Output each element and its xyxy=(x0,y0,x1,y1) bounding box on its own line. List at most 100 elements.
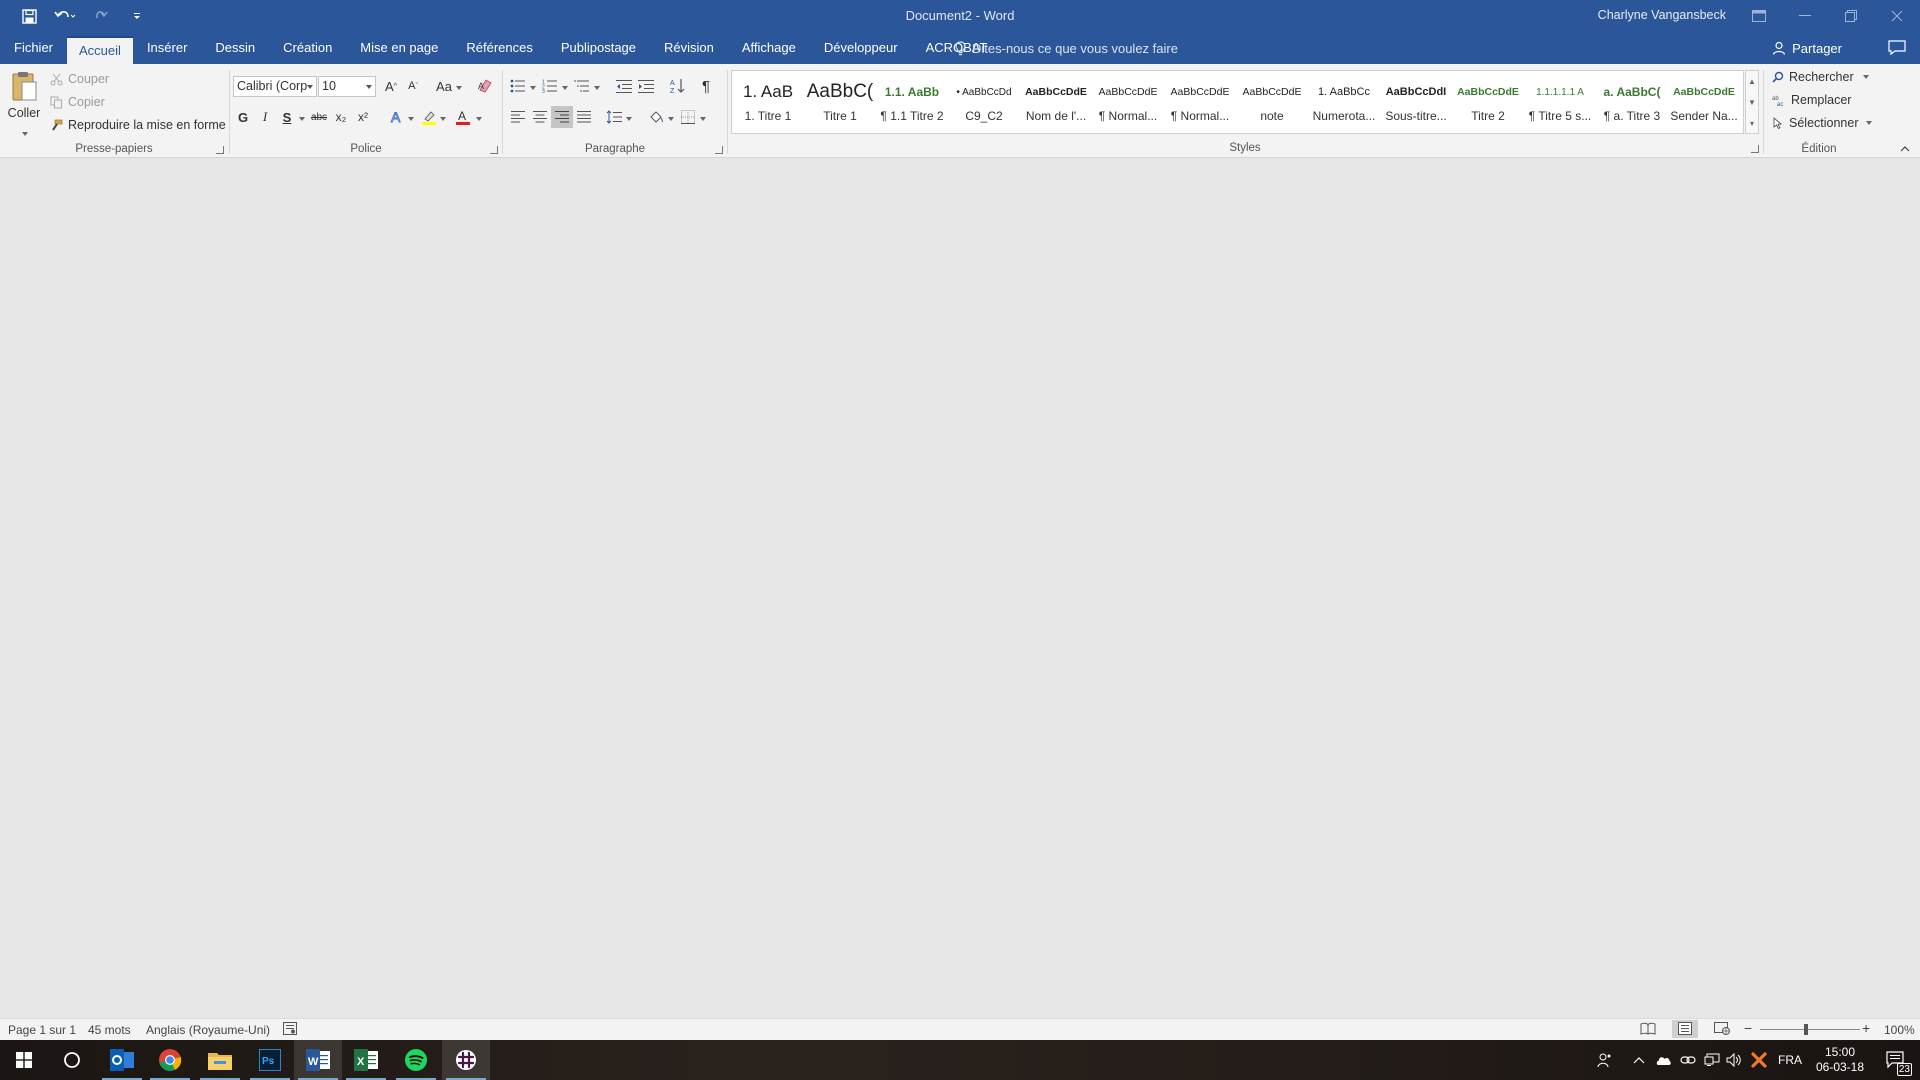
collapse-ribbon-icon[interactable] xyxy=(1900,143,1910,153)
comments-icon[interactable] xyxy=(1888,40,1908,56)
ribbon-display-options-icon[interactable] xyxy=(1736,0,1782,32)
line-spacing-dropdown-icon[interactable] xyxy=(626,117,632,121)
print-layout-icon[interactable] xyxy=(1672,1020,1698,1038)
restore-icon[interactable] xyxy=(1828,0,1874,32)
find-button[interactable]: Rechercher xyxy=(1772,70,1869,84)
user-name[interactable]: Charlyne Vangansbeck xyxy=(1598,8,1726,22)
bold-button[interactable]: G xyxy=(232,106,254,128)
font-name-combo[interactable]: Calibri (Corp xyxy=(233,76,317,97)
action-center-icon[interactable]: 23 xyxy=(1876,1040,1916,1080)
tab-developer[interactable]: Développeur xyxy=(810,32,912,64)
photoshop-icon[interactable]: Ps xyxy=(246,1040,294,1080)
numbering-dropdown-icon[interactable] xyxy=(562,86,568,90)
zoom-in-icon[interactable]: + xyxy=(1862,1020,1870,1036)
spotify-icon[interactable] xyxy=(392,1040,440,1080)
style-item[interactable]: AaBbCcDdE Nom de l'... xyxy=(1020,71,1092,133)
outlook-icon[interactable] xyxy=(98,1040,146,1080)
shrink-font-icon[interactable]: Aˇ xyxy=(402,75,424,97)
bullets-icon[interactable] xyxy=(507,75,529,97)
zoom-slider[interactable] xyxy=(1760,1029,1860,1030)
style-item[interactable]: AaBbCcDdE ¶ Normal... xyxy=(1092,71,1164,133)
highlight-icon[interactable] xyxy=(418,106,440,128)
format-painter-button[interactable]: Reproduire la mise en forme xyxy=(50,118,226,132)
word-count[interactable]: 45 mots xyxy=(88,1023,131,1037)
style-item[interactable]: AaBbCcDdE ¶ Normal... xyxy=(1164,71,1236,133)
font-launcher-icon[interactable] xyxy=(490,146,498,154)
increase-indent-icon[interactable] xyxy=(635,75,657,97)
align-left-icon[interactable] xyxy=(507,106,529,128)
underline-dropdown-icon[interactable] xyxy=(299,117,305,121)
link-icon[interactable] xyxy=(1678,1040,1698,1080)
style-item[interactable]: 1.1.1.1.1 A ¶ Titre 5 s... xyxy=(1524,71,1596,133)
minimize-icon[interactable] xyxy=(1782,0,1828,32)
tab-view[interactable]: Affichage xyxy=(728,32,810,64)
tab-mailings[interactable]: Publipostage xyxy=(547,32,650,64)
close-icon[interactable] xyxy=(1874,0,1920,32)
styles-launcher-icon[interactable] xyxy=(1751,145,1759,153)
style-item[interactable]: 1.1. AaBb ¶ 1.1 Titre 2 xyxy=(876,71,948,133)
excel-icon[interactable]: X xyxy=(342,1040,390,1080)
style-item[interactable]: • AaBbCcDd C9_C2 xyxy=(948,71,1020,133)
clear-formatting-icon[interactable]: A xyxy=(474,75,496,97)
language-indicator[interactable]: Anglais (Royaume-Uni) xyxy=(146,1023,270,1037)
multilevel-dropdown-icon[interactable] xyxy=(594,86,600,90)
style-item[interactable]: AaBbC( Titre 1 xyxy=(804,71,876,133)
multilevel-list-icon[interactable] xyxy=(571,75,593,97)
select-dropdown-icon[interactable] xyxy=(1865,121,1872,125)
tab-design[interactable]: Création xyxy=(269,32,346,64)
cortana-icon[interactable] xyxy=(48,1040,96,1080)
document-area[interactable] xyxy=(0,158,1920,1018)
page-count[interactable]: Page 1 sur 1 xyxy=(8,1023,76,1037)
highlight-dropdown-icon[interactable] xyxy=(440,117,446,121)
tab-insert[interactable]: Insérer xyxy=(133,32,201,64)
style-item[interactable]: AaBbCcDdE Titre 2 xyxy=(1452,71,1524,133)
file-explorer-icon[interactable] xyxy=(196,1040,244,1080)
strikethrough-button[interactable]: abc xyxy=(308,106,330,128)
align-right-icon[interactable] xyxy=(551,106,573,128)
chrome-icon[interactable] xyxy=(146,1040,194,1080)
zoom-level[interactable]: 100% xyxy=(1884,1023,1915,1037)
text-effects-dropdown-icon[interactable] xyxy=(408,117,414,121)
slack-icon[interactable] xyxy=(442,1040,490,1080)
app-tray-icon[interactable] xyxy=(1748,1040,1770,1080)
font-color-dropdown-icon[interactable] xyxy=(476,117,482,121)
subscript-button[interactable]: x₂ xyxy=(330,106,352,128)
superscript-button[interactable]: x² xyxy=(352,106,374,128)
gallery-scroll-down-icon[interactable]: ▼ xyxy=(1746,92,1758,113)
share-button[interactable]: Partager xyxy=(1772,32,1842,64)
numbering-icon[interactable]: 123 xyxy=(539,75,561,97)
tab-layout[interactable]: Mise en page xyxy=(346,32,452,64)
read-mode-icon[interactable] xyxy=(1640,1022,1656,1038)
change-case-button[interactable]: Aa xyxy=(430,75,458,97)
select-button[interactable]: Sélectionner xyxy=(1772,116,1872,130)
style-item[interactable]: AaBbCcDdE note xyxy=(1236,71,1308,133)
tab-file[interactable]: Fichier xyxy=(0,32,67,64)
replace-button[interactable]: ab ac Remplacer xyxy=(1772,93,1851,107)
copy-button[interactable]: Copier xyxy=(50,95,105,109)
justify-icon[interactable] xyxy=(573,106,595,128)
onedrive-icon[interactable] xyxy=(1652,1040,1674,1080)
tab-references[interactable]: Références xyxy=(452,32,546,64)
gallery-scroll-up-icon[interactable]: ▲ xyxy=(1746,71,1758,92)
tab-home[interactable]: Accueil xyxy=(67,36,133,64)
font-size-dropdown-icon[interactable] xyxy=(366,85,372,89)
borders-dropdown-icon[interactable] xyxy=(700,117,706,121)
clock[interactable]: 15:00 06-03-18 xyxy=(1808,1040,1872,1080)
show-hidden-icons-icon[interactable] xyxy=(1630,1040,1648,1080)
gallery-more-icon[interactable]: ▾ xyxy=(1746,113,1758,134)
font-size-combo[interactable]: 10 xyxy=(318,76,376,97)
grow-font-icon[interactable]: A ^ xyxy=(380,75,402,97)
paragraph-launcher-icon[interactable] xyxy=(715,146,723,154)
customize-qat-icon[interactable] xyxy=(126,6,148,26)
tab-draw[interactable]: Dessin xyxy=(201,32,269,64)
style-item[interactable]: 1. AaB 1. Titre 1 xyxy=(732,71,804,133)
align-center-icon[interactable] xyxy=(529,106,551,128)
input-language[interactable]: FRA xyxy=(1776,1040,1804,1080)
style-item[interactable]: 1. AaBbCc Numerota... xyxy=(1308,71,1380,133)
style-item[interactable]: AaBbCcDdI Sous-titre... xyxy=(1380,71,1452,133)
style-item[interactable]: AaBbCcDdE Sender Na... xyxy=(1668,71,1740,133)
show-formatting-marks-button[interactable]: ¶ xyxy=(695,75,717,97)
volume-icon[interactable] xyxy=(1724,1040,1744,1080)
font-name-dropdown-icon[interactable] xyxy=(307,85,313,89)
borders-icon[interactable] xyxy=(677,106,699,128)
